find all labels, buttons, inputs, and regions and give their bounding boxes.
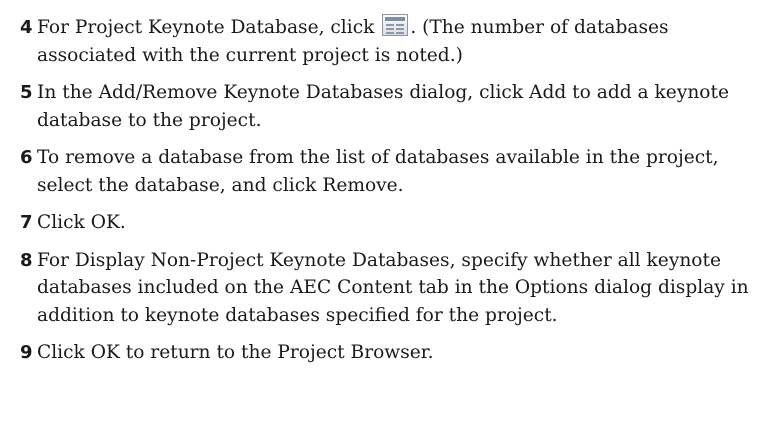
step-number: 6: [20, 147, 33, 168]
step-9: 9 Click OK to return to the Project Brow…: [0, 339, 757, 367]
step-number: 7: [20, 212, 33, 233]
step-6: 6 To remove a database from the list of …: [0, 144, 757, 199]
step-text: To remove a database from the list of da…: [37, 147, 719, 196]
step-number: 8: [20, 249, 33, 271]
step-8: 8 For Display Non-Project Keynote Databa…: [0, 247, 757, 330]
step-text: For Display Non-Project Keynote Database…: [37, 249, 749, 326]
step-number: 9: [20, 342, 33, 363]
step-4: 4 For Project Keynote Database, click . …: [0, 14, 757, 69]
step-7: 7 Click OK.: [0, 209, 757, 237]
step-text: Click OK.: [37, 212, 126, 233]
step-text: In the Add/Remove Keynote Databases dial…: [37, 82, 729, 131]
step-5: 5 In the Add/Remove Keynote Databases di…: [0, 79, 757, 134]
step-text-before-icon: For Project Keynote Database, click: [37, 17, 375, 38]
step-text: Click OK to return to the Project Browse…: [37, 342, 434, 363]
instruction-steps: 4 For Project Keynote Database, click . …: [0, 0, 757, 377]
step-number: 4: [20, 17, 33, 38]
database-list-icon: [382, 14, 409, 36]
step-number: 5: [20, 82, 33, 103]
